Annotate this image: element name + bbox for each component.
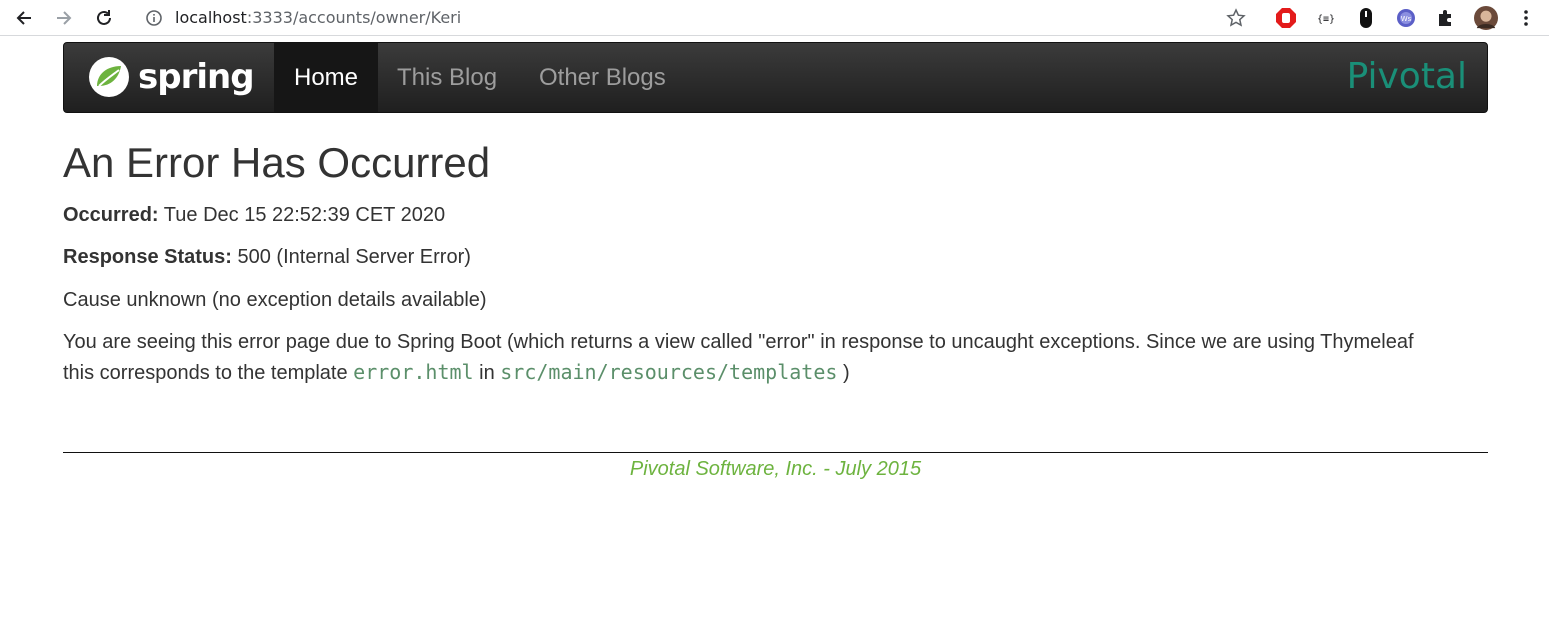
explanation-text-2: in — [473, 362, 501, 384]
site-navbar: spring Home This Blog Other Blogs Pivota… — [63, 42, 1488, 113]
nav-this-blog-label: This Blog — [397, 63, 498, 91]
footer-copyright: Pivotal Software, Inc. - July 2015 — [629, 458, 922, 480]
websocket-extension-icon[interactable]: Ws — [1394, 6, 1418, 30]
profile-avatar-icon[interactable] — [1474, 6, 1498, 30]
nav-home[interactable]: Home — [274, 43, 378, 112]
forward-arrow-icon[interactable] — [52, 6, 76, 30]
bookmark-star-icon[interactable] — [1224, 6, 1248, 30]
address-bar[interactable]: localhost:3333/accounts/owner/Keri — [175, 8, 461, 28]
nav-this-blog[interactable]: This Blog — [397, 43, 497, 112]
adblock-extension-icon[interactable] — [1274, 6, 1298, 30]
occurred-line: Occurred: Tue Dec 15 22:52:39 CET 2020 — [63, 200, 445, 230]
json-formatter-extension-icon[interactable]: {≡} — [1314, 6, 1338, 30]
spring-brand-logo[interactable]: spring — [88, 55, 255, 99]
svg-text:Ws: Ws — [1401, 15, 1412, 23]
site-info-icon[interactable] — [145, 9, 163, 27]
template-filename: error.html — [353, 360, 474, 384]
brand-name: spring — [138, 57, 255, 97]
url-path: :3333/accounts/owner/Keri — [246, 8, 462, 27]
footer-divider — [63, 452, 1488, 453]
pivotal-logo[interactable]: Pivotal — [1347, 57, 1467, 97]
cause-line: Cause unknown (no exception details avai… — [63, 289, 487, 311]
explanation-text-3: ) — [837, 362, 850, 384]
occurred-label: Occurred: — [63, 204, 159, 226]
mouse-extension-icon[interactable] — [1354, 6, 1378, 30]
svg-text:{≡}: {≡} — [1317, 14, 1335, 25]
reload-icon[interactable] — [92, 6, 116, 30]
nav-other-blogs[interactable]: Other Blogs — [539, 43, 666, 112]
back-arrow-icon[interactable] — [12, 6, 36, 30]
status-value: 500 (Internal Server Error) — [231, 246, 471, 268]
occurred-value: Tue Dec 15 22:52:39 CET 2020 — [158, 204, 446, 226]
browser-toolbar: localhost:3333/accounts/owner/Keri {≡} W… — [0, 0, 1549, 36]
nav-home-label: Home — [293, 63, 359, 91]
puzzle-extensions-icon[interactable] — [1434, 6, 1458, 30]
page-title: An Error Has Occurred — [63, 139, 491, 186]
browser-menu-icon[interactable] — [1514, 6, 1538, 30]
explanation-paragraph: You are seeing this error page due to Sp… — [63, 327, 1443, 388]
response-status-line: Response Status: 500 (Internal Server Er… — [63, 242, 471, 272]
template-directory: src/main/resources/templates — [500, 360, 838, 384]
nav-other-blogs-label: Other Blogs — [539, 63, 666, 91]
spring-leaf-icon — [89, 57, 129, 97]
url-host: localhost — [175, 8, 247, 27]
status-label: Response Status: — [63, 246, 232, 268]
